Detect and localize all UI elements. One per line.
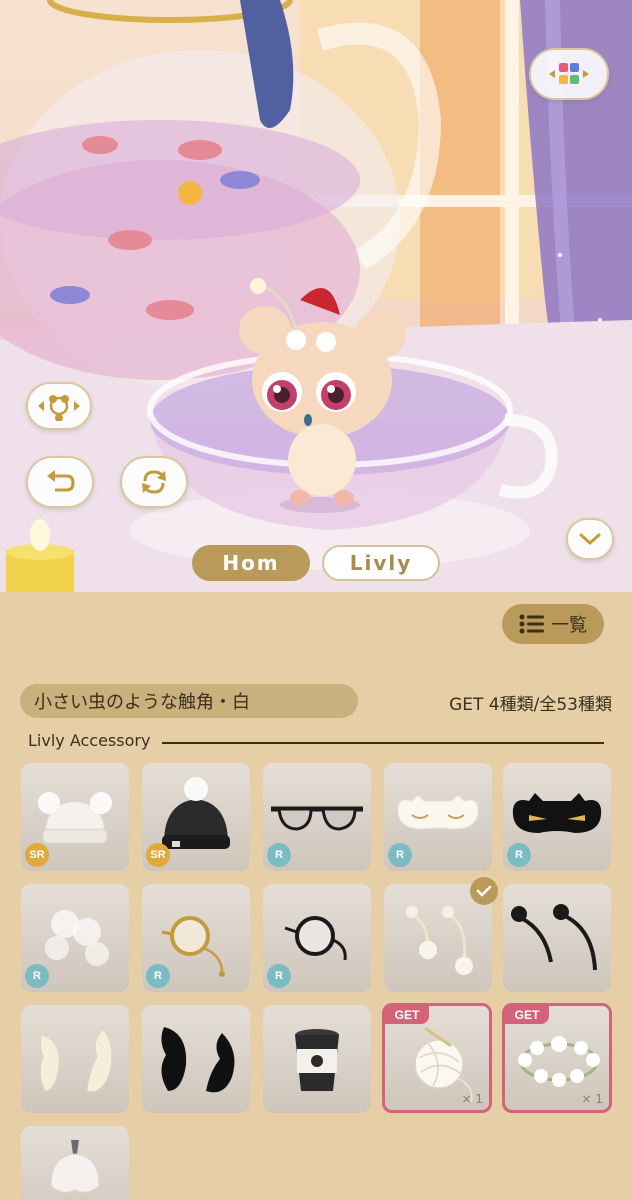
item-tile-coffee-cup[interactable] xyxy=(263,1005,371,1113)
livly-move-icon xyxy=(38,395,80,421)
list-view-label: 一覧 xyxy=(551,615,587,636)
selected-check-icon xyxy=(470,877,498,905)
rarity-badge: R xyxy=(146,964,170,988)
black-bug-antennae-icon xyxy=(511,904,597,971)
coffee-cup-icon xyxy=(295,1029,339,1091)
livly-scene: Hom Livly xyxy=(0,0,632,592)
selected-item-name: 小さい虫のような触角・白 xyxy=(20,684,358,718)
undo-button[interactable] xyxy=(26,456,94,508)
section-label: Livly Accessory xyxy=(28,731,151,750)
rotate-icon xyxy=(142,470,166,494)
palette-button[interactable] xyxy=(529,48,609,100)
get-tag: GET xyxy=(505,1006,549,1024)
item-tile-flower-crown[interactable]: GET × 1 xyxy=(502,1003,612,1113)
item-tile-black-knit-hat[interactable]: SR xyxy=(142,763,250,871)
white-claws-icon xyxy=(39,1028,113,1093)
rarity-badge: SR xyxy=(25,843,49,867)
list-view-button[interactable]: 一覧 xyxy=(502,604,604,644)
white-bellflower-icon xyxy=(50,1140,100,1193)
black-claws-icon xyxy=(161,1027,235,1093)
collapse-button[interactable] xyxy=(566,518,614,560)
collection-count: GET 4種類/全53種類 xyxy=(449,695,612,715)
item-tile-yarn-ball[interactable]: GET × 1 xyxy=(382,1003,492,1113)
tab-livly[interactable]: Livly xyxy=(322,545,440,581)
item-tile-black-bug-antennae[interactable] xyxy=(503,884,611,992)
chevron-down-icon xyxy=(579,533,601,546)
item-quantity: × 1 xyxy=(581,1092,603,1106)
rarity-badge: SR xyxy=(146,843,170,867)
selected-item-name-text: 小さい虫のような触角・白 xyxy=(34,692,250,713)
item-quantity: × 1 xyxy=(461,1092,483,1106)
item-tile-blurred-white-item[interactable]: R xyxy=(21,884,129,992)
undo-icon xyxy=(47,470,75,492)
list-icon xyxy=(519,614,544,634)
item-tile-white-bellflower[interactable] xyxy=(21,1126,129,1200)
rarity-badge: R xyxy=(267,964,291,988)
item-tile-black-eye-mask[interactable]: R xyxy=(503,763,611,871)
palette-icon xyxy=(549,63,589,84)
section-divider xyxy=(162,742,604,744)
item-tile-sunglasses[interactable]: R xyxy=(263,763,371,871)
rarity-badge: R xyxy=(388,843,412,867)
rarity-badge: R xyxy=(267,843,291,867)
get-tag: GET xyxy=(385,1006,429,1024)
item-tile-white-knit-hat[interactable]: SR xyxy=(21,763,129,871)
tab-hom[interactable]: Hom xyxy=(192,545,310,581)
rotate-button[interactable] xyxy=(120,456,188,508)
rarity-badge: R xyxy=(507,843,531,867)
item-tile-black-claws[interactable] xyxy=(142,1005,250,1113)
item-tile-gold-monocle[interactable]: R xyxy=(142,884,250,992)
item-tile-white-claws[interactable] xyxy=(21,1005,129,1113)
move-livly-button[interactable] xyxy=(26,382,92,430)
item-tile-black-monocle[interactable]: R xyxy=(263,884,371,992)
item-tile-white-sleep-mask[interactable]: R xyxy=(384,763,492,871)
rarity-badge: R xyxy=(25,964,49,988)
